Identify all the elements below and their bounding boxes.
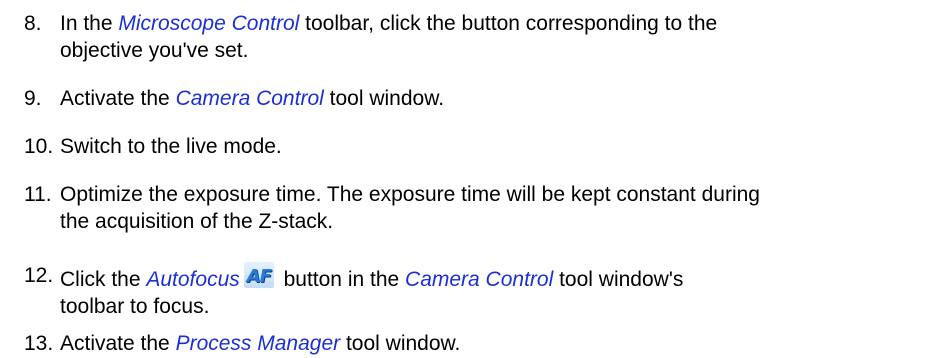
step-number: 10. — [24, 135, 54, 158]
step-line: the acquisition of the Z-stack. — [60, 210, 334, 233]
document-page: 8. In the Microscope Control toolbar, cl… — [0, 0, 952, 358]
step-text: Switch to the live mode. — [60, 135, 282, 158]
step-number: 8. — [24, 12, 42, 35]
step-text-part: tool window. — [340, 332, 461, 355]
step-number: 9. — [24, 87, 42, 110]
ui-element-name: Process Manager — [175, 332, 341, 355]
step-line: Optimize the exposure time. The exposure… — [60, 183, 760, 206]
step-text-part: Activate the — [60, 87, 176, 110]
step-text-part: toolbar, click the button corresponding … — [299, 12, 718, 35]
step-text: In the Microscope Control toolbar, click… — [60, 10, 717, 64]
step-text: Activate the Process Manager tool window… — [60, 330, 460, 357]
step-text-part: Click the — [60, 268, 147, 291]
step-number: 11. — [24, 183, 52, 206]
ui-element-name: Camera Control — [405, 268, 554, 291]
step-text: Activate the Camera Control tool window. — [60, 85, 444, 112]
step-text-part: Activate the — [60, 332, 176, 355]
step-text-part: button in the — [277, 268, 406, 291]
step-text-part: tool window. — [323, 87, 445, 110]
step-line: objective you've set. — [60, 39, 249, 62]
step-text: Click the Autofocus AF button in the Came… — [60, 262, 683, 320]
autofocus-icon-glyph: AF — [246, 266, 272, 287]
autofocus-icon: AF — [243, 262, 274, 288]
ui-element-name: Camera Control — [175, 87, 324, 110]
step-text-part: tool window's — [553, 268, 684, 291]
ui-element-name: Microscope Control — [118, 12, 300, 35]
step-line: In the Microscope Control toolbar, click… — [60, 10, 717, 37]
step-line: toolbar to focus. — [60, 295, 210, 318]
step-line: Click the Autofocus AF button in the Came… — [60, 262, 683, 293]
step-number: 13. — [24, 332, 54, 355]
step-text-part: In the — [60, 12, 119, 35]
step-number: 12. — [24, 264, 54, 287]
ui-element-name: Autofocus — [146, 268, 240, 291]
step-text: Optimize the exposure time. The exposure… — [60, 181, 760, 235]
